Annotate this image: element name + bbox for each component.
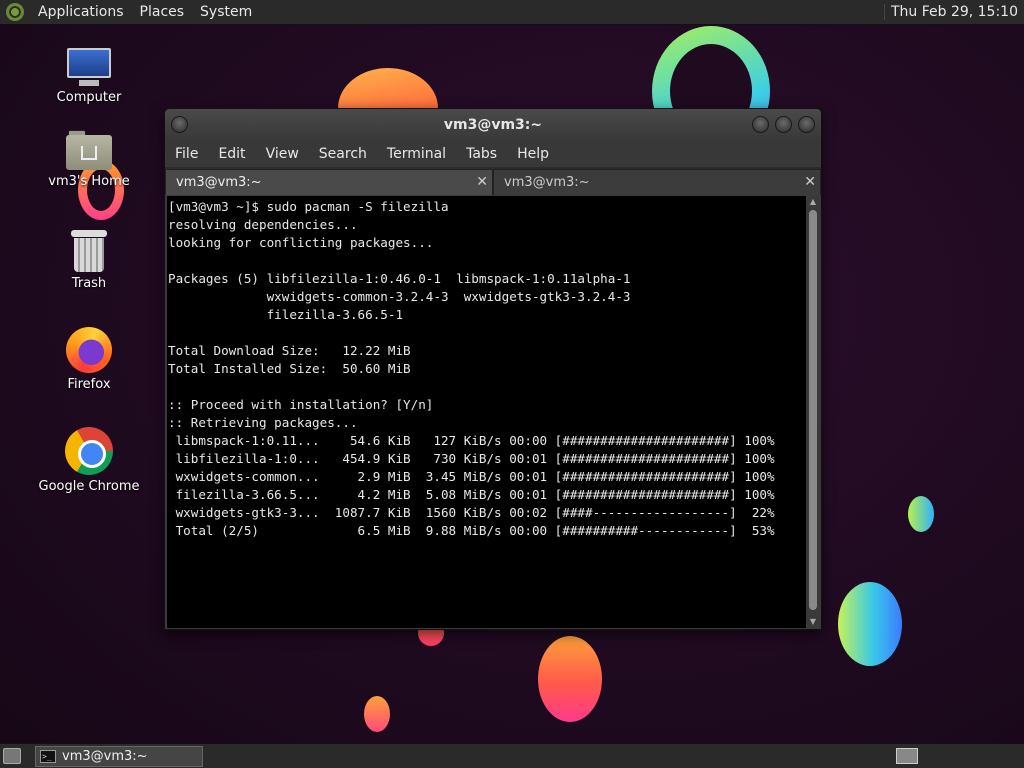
- terminal-line: Total Download Size: 12.22 MiB: [168, 343, 411, 358]
- terminal-line: filezilla-3.66.5-1: [168, 307, 404, 322]
- firefox-icon: [66, 327, 112, 373]
- menu-file[interactable]: File: [165, 146, 208, 162]
- desktop-icon-label: vm3's Home: [48, 174, 130, 189]
- menu-search[interactable]: Search: [309, 146, 377, 162]
- terminal-line: libfilezilla-1:0... 454.9 KiB 730 KiB/s …: [168, 451, 775, 466]
- taskbar-label: vm3@vm3:~: [62, 748, 148, 764]
- desktop-icon-chrome[interactable]: Google Chrome: [34, 427, 144, 494]
- system-menu[interactable]: System: [192, 4, 260, 20]
- terminal-line: [vm3@vm3 ~]$ sudo pacman -S filezilla: [168, 199, 449, 214]
- terminal-line: looking for conflicting packages...: [168, 235, 434, 250]
- tab-1[interactable]: vm3@vm3:~ ✕: [165, 169, 493, 195]
- tab-close-icon[interactable]: ✕: [476, 174, 488, 190]
- bottom-panel: >_ vm3@vm3:~: [0, 743, 1024, 768]
- wallpaper-orange-oval-small: [364, 696, 390, 732]
- tab-label: vm3@vm3:~: [504, 175, 590, 190]
- terminal-line: filezilla-3.66.5... 4.2 MiB 5.08 MiB/s 0…: [168, 487, 775, 502]
- menubar: File Edit View Search Terminal Tabs Help: [165, 141, 821, 167]
- menu-tabs[interactable]: Tabs: [456, 146, 507, 162]
- terminal-icon: >_: [40, 749, 56, 763]
- tab-label: vm3@vm3:~: [176, 175, 262, 190]
- terminal-line: Total (2/5) 6.5 MiB 9.88 MiB/s 00:00 [##…: [168, 523, 775, 538]
- window-title: vm3@vm3:~: [443, 117, 543, 133]
- taskbar-terminal-button[interactable]: >_ vm3@vm3:~: [35, 745, 203, 767]
- clock[interactable]: Thu Feb 29, 15:10: [883, 4, 1024, 20]
- places-menu[interactable]: Places: [132, 4, 193, 20]
- terminal-line: :: Proceed with installation? [Y/n]: [168, 397, 434, 412]
- window-titlebar[interactable]: vm3@vm3:~: [165, 109, 821, 141]
- menu-terminal[interactable]: Terminal: [377, 146, 456, 162]
- maximize-button[interactable]: [775, 116, 792, 133]
- terminal-line: libmspack-1:0.11... 54.6 KiB 127 KiB/s 0…: [168, 433, 775, 448]
- scroll-up-icon[interactable]: ▲: [808, 197, 818, 207]
- tab-2[interactable]: vm3@vm3:~ ✕: [493, 169, 821, 195]
- scrollbar[interactable]: ▲ ▼: [806, 196, 820, 628]
- close-button[interactable]: [798, 116, 815, 133]
- mate-logo-icon[interactable]: [6, 3, 24, 21]
- desktop-icon-label: Google Chrome: [38, 479, 140, 494]
- terminal-window: vm3@vm3:~ File Edit View Search Terminal…: [164, 108, 822, 630]
- workspace-switcher[interactable]: [896, 748, 918, 764]
- desktop-icon-trash[interactable]: Trash: [34, 230, 144, 291]
- wallpaper-blue-oval-small: [908, 496, 934, 532]
- terminal-output[interactable]: [vm3@vm3 ~]$ sudo pacman -S filezilla res…: [167, 196, 807, 628]
- menu-help[interactable]: Help: [507, 146, 559, 162]
- desktop-icon-home[interactable]: vm3's Home: [34, 130, 144, 189]
- chrome-icon: [65, 427, 113, 475]
- trash-icon: [71, 230, 107, 272]
- desktop-icon-firefox[interactable]: Firefox: [34, 327, 144, 392]
- desktop-icon-label: Firefox: [67, 377, 111, 392]
- window-menu-button[interactable]: [171, 116, 188, 133]
- wallpaper-blue-oval-large: [838, 582, 902, 666]
- scroll-down-icon[interactable]: ▼: [808, 617, 818, 627]
- tab-close-icon[interactable]: ✕: [804, 174, 816, 190]
- home-folder-icon: [66, 130, 112, 170]
- terminal-line: Packages (5) libfilezilla-1:0.46.0-1 lib…: [168, 271, 631, 286]
- minimize-button[interactable]: [752, 116, 769, 133]
- computer-icon: [65, 46, 113, 86]
- desktop-icon-computer[interactable]: Computer: [34, 46, 144, 105]
- terminal-line: :: Retrieving packages...: [168, 415, 358, 430]
- terminal-line: wxwidgets-common-3.2.4-3 wxwidgets-gtk3-…: [168, 289, 631, 304]
- terminal-line: Total Installed Size: 50.60 MiB: [168, 361, 411, 376]
- scrollbar-thumb[interactable]: [809, 210, 817, 610]
- desktop-icon-label: Computer: [56, 90, 122, 105]
- menu-edit[interactable]: Edit: [208, 146, 255, 162]
- tab-bar: vm3@vm3:~ ✕ vm3@vm3:~ ✕: [165, 167, 821, 195]
- terminal-line: wxwidgets-common... 2.9 MiB 3.45 MiB/s 0…: [168, 469, 775, 484]
- menu-view[interactable]: View: [256, 146, 309, 162]
- terminal-line: wxwidgets-gtk3-3... 1087.7 KiB 1560 KiB/…: [168, 505, 775, 520]
- top-panel: Applications Places System Thu Feb 29, 1…: [0, 0, 1024, 25]
- terminal-line: resolving dependencies...: [168, 217, 358, 232]
- wallpaper-orange-oval: [538, 636, 602, 722]
- show-desktop-button[interactable]: [3, 748, 21, 764]
- applications-menu[interactable]: Applications: [30, 4, 132, 20]
- desktop-icon-label: Trash: [71, 276, 107, 291]
